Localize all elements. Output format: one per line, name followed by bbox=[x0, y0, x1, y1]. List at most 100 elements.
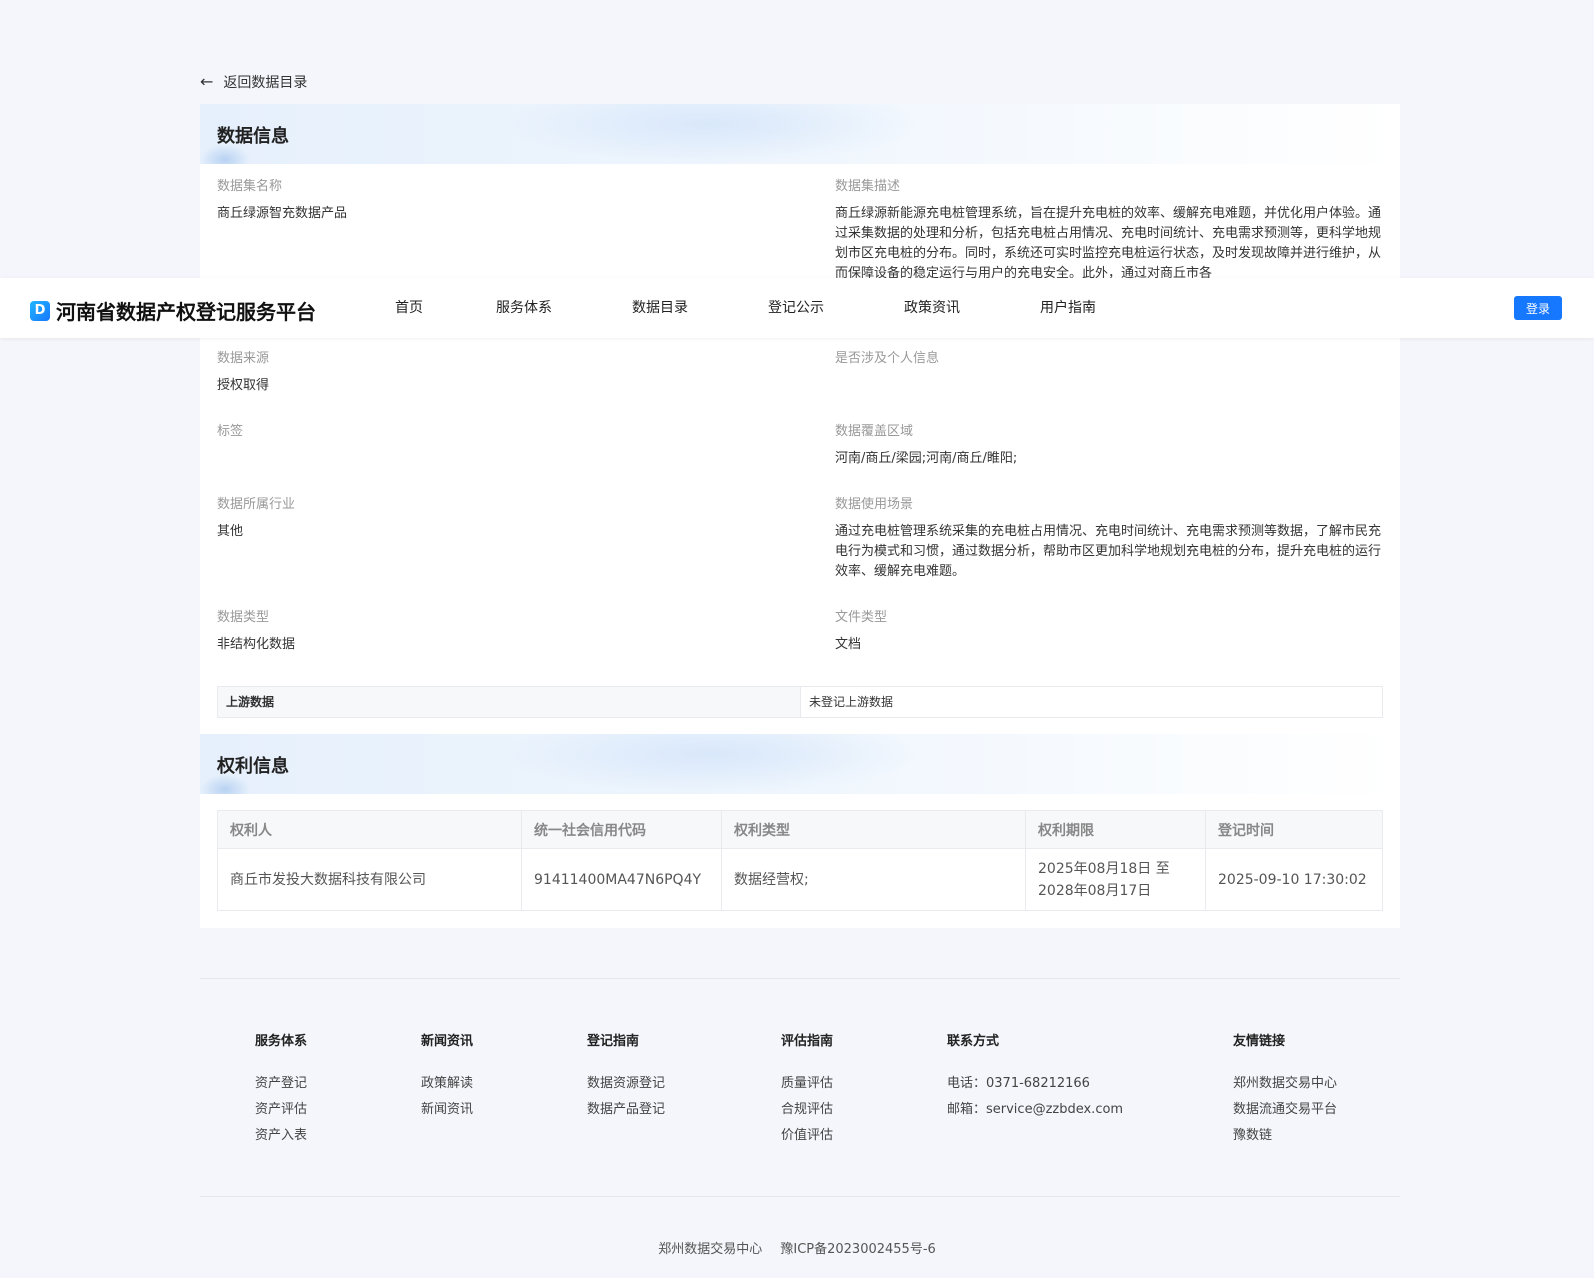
term-end: 2028年08月17日 bbox=[1038, 882, 1152, 899]
field-dataset-name: 数据集名称 商丘绿源智充数据产品 bbox=[217, 178, 777, 224]
footer-link[interactable]: 数据产品登记 bbox=[587, 1097, 665, 1123]
field-label: 数据覆盖区域 bbox=[835, 424, 914, 439]
footer-column-news: 新闻资讯 政策解读 新闻资讯 bbox=[421, 1030, 473, 1123]
column-header: 权利期限 bbox=[1025, 810, 1206, 849]
contact-phone: 电话：0371-68212166 bbox=[947, 1076, 1090, 1091]
rights-table: 权利人 统一社会信用代码 权利类型 权利期限 登记时间 商丘市发投大数据科技有限… bbox=[217, 810, 1383, 911]
nav-menu: 首页 服务体系 数据目录 登记公示 政策资讯 用户指南 bbox=[395, 278, 1140, 338]
field-label: 标签 bbox=[217, 424, 244, 439]
field-label: 数据集名称 bbox=[217, 179, 283, 194]
nav-item-services[interactable]: 服务体系 bbox=[496, 278, 632, 338]
nav-item-policy-news[interactable]: 政策资讯 bbox=[904, 278, 1040, 338]
arrow-left-icon: ← bbox=[200, 72, 214, 91]
nav-item-user-guide[interactable]: 用户指南 bbox=[1040, 278, 1140, 338]
footer-link[interactable]: 价值评估 bbox=[781, 1123, 833, 1149]
login-button[interactable]: 登录 bbox=[1514, 296, 1562, 320]
icp-number[interactable]: 豫ICP备2023002455号-6 bbox=[780, 1242, 935, 1257]
field-personal-info: 是否涉及个人信息 bbox=[835, 350, 1383, 376]
footer-column-title: 评估指南 bbox=[781, 1034, 834, 1049]
footer-link[interactable]: 质量评估 bbox=[781, 1071, 833, 1097]
back-to-catalog-link[interactable]: ← 返回数据目录 bbox=[200, 72, 307, 92]
field-industry: 数据所属行业 其他 bbox=[217, 496, 777, 542]
field-dataset-description: 数据集描述 商丘绿源新能源充电桩管理系统，旨在提升充电桩的效率、缓解充电难题，并… bbox=[835, 178, 1383, 278]
footer-link[interactable]: 郑州数据交易中心 bbox=[1233, 1071, 1337, 1097]
field-label: 数据所属行业 bbox=[217, 497, 296, 512]
field-value: 河南/商丘/梁园;河南/商丘/睢阳; bbox=[835, 451, 1018, 466]
field-value: 商丘绿源智充数据产品 bbox=[217, 206, 348, 221]
nav-item-registration-notice[interactable]: 登记公示 bbox=[768, 278, 904, 338]
rights-info-header: 权利信息 bbox=[200, 734, 1400, 794]
column-header: 权利类型 bbox=[721, 810, 1026, 849]
nav-item-home[interactable]: 首页 bbox=[395, 278, 496, 338]
table-header-row: 权利人 统一社会信用代码 权利类型 权利期限 登记时间 bbox=[217, 810, 1383, 849]
site-logo[interactable]: D 河南省数据产权登记服务平台 bbox=[30, 296, 316, 325]
field-file-type: 文件类型 文档 bbox=[835, 609, 1383, 655]
cell-right-term: 2025年08月18日 至 2028年08月17日 bbox=[1025, 848, 1206, 911]
column-header: 统一社会信用代码 bbox=[521, 810, 722, 849]
field-usage-scenario: 数据使用场景 通过充电桩管理系统采集的充电桩占用情况、充电时间统计、充电需求预测… bbox=[835, 496, 1383, 582]
cell-credit-code: 91411400MA47N6PQ4Y bbox=[521, 848, 722, 911]
section-title: 权利信息 bbox=[217, 756, 289, 777]
top-navbar: D 河南省数据产权登记服务平台 首页 服务体系 数据目录 登记公示 政策资讯 用… bbox=[0, 278, 1594, 338]
footer-link[interactable]: 数据资源登记 bbox=[587, 1071, 665, 1097]
column-header: 权利人 bbox=[217, 810, 522, 849]
field-value: 授权取得 bbox=[217, 378, 270, 393]
upstream-label: 上游数据 bbox=[218, 687, 801, 717]
footer-link[interactable]: 豫数链 bbox=[1233, 1123, 1337, 1149]
footer-column-title: 新闻资讯 bbox=[421, 1034, 474, 1049]
field-value: 商丘绿源新能源充电桩管理系统，旨在提升充电桩的效率、缓解充电难题，并优化用户体验… bbox=[835, 206, 1382, 278]
header-decoration bbox=[500, 734, 920, 794]
footer-column-contact: 联系方式 电话：0371-68212166 邮箱：service@zzbdex.… bbox=[947, 1030, 1123, 1123]
footer-column-title: 友情链接 bbox=[1233, 1034, 1286, 1049]
field-value: 通过充电桩管理系统采集的充电桩占用情况、充电时间统计、充电需求预测等数据，了解市… bbox=[835, 524, 1382, 579]
term-start: 2025年08月18日 至 bbox=[1038, 860, 1170, 877]
field-label: 数据来源 bbox=[217, 351, 270, 366]
contact-email: 邮箱：service@zzbdex.com bbox=[947, 1102, 1124, 1117]
footer-column-friend-links: 友情链接 郑州数据交易中心 数据流通交易平台 豫数链 bbox=[1233, 1030, 1337, 1149]
footer-divider-top bbox=[200, 978, 1400, 979]
rights-info-card: 权利信息 权利人 统一社会信用代码 权利类型 权利期限 登记时间 商丘市发投大数… bbox=[200, 734, 1400, 928]
footer-column-evaluation-guide: 评估指南 质量评估 合规评估 价值评估 bbox=[781, 1030, 833, 1149]
footer-link[interactable]: 资产评估 bbox=[255, 1097, 307, 1123]
column-header: 登记时间 bbox=[1205, 810, 1383, 849]
field-label: 是否涉及个人信息 bbox=[835, 351, 940, 366]
footer-link[interactable]: 合规评估 bbox=[781, 1097, 833, 1123]
field-label: 文件类型 bbox=[835, 610, 888, 625]
field-tags: 标签 bbox=[217, 423, 777, 449]
header-decoration bbox=[500, 104, 920, 164]
logo-text: 河南省数据产权登记服务平台 bbox=[56, 300, 316, 324]
table-row: 商丘市发投大数据科技有限公司 91411400MA47N6PQ4Y 数据经营权;… bbox=[217, 848, 1383, 911]
field-value: 其他 bbox=[217, 524, 244, 539]
footer-column-title: 服务体系 bbox=[255, 1034, 308, 1049]
field-data-source: 数据来源 授权取得 bbox=[217, 350, 777, 396]
cell-registration-time: 2025-09-10 17:30:02 bbox=[1205, 848, 1383, 911]
footer-divider-bottom bbox=[200, 1196, 1400, 1197]
field-label: 数据类型 bbox=[217, 610, 270, 625]
data-info-card: 数据信息 数据集名称 商丘绿源智充数据产品 数据集描述 商丘绿源新能源充电桩管理… bbox=[200, 104, 1400, 734]
copyright-bar: 郑州数据交易中心 豫ICP备2023002455号-6 bbox=[0, 1238, 1594, 1257]
data-info-header: 数据信息 bbox=[200, 104, 1400, 164]
nav-item-data-catalog[interactable]: 数据目录 bbox=[632, 278, 768, 338]
logo-icon: D bbox=[30, 300, 50, 321]
field-label: 数据使用场景 bbox=[835, 497, 914, 512]
footer-link[interactable]: 新闻资讯 bbox=[421, 1097, 473, 1123]
field-coverage-area: 数据覆盖区域 河南/商丘/梁园;河南/商丘/睢阳; bbox=[835, 423, 1383, 469]
copyright-org: 郑州数据交易中心 bbox=[658, 1242, 763, 1257]
cell-right-type: 数据经营权; bbox=[721, 848, 1026, 911]
field-value: 文档 bbox=[835, 637, 862, 652]
footer-link[interactable]: 资产入表 bbox=[255, 1123, 307, 1149]
footer-column-services: 服务体系 资产登记 资产评估 资产入表 bbox=[255, 1030, 307, 1149]
cell-rights-holder: 商丘市发投大数据科技有限公司 bbox=[217, 848, 522, 911]
field-value: 非结构化数据 bbox=[217, 637, 296, 652]
footer-column-registration-guide: 登记指南 数据资源登记 数据产品登记 bbox=[587, 1030, 665, 1123]
footer-link[interactable]: 政策解读 bbox=[421, 1071, 473, 1097]
field-label: 数据集描述 bbox=[835, 179, 901, 194]
back-link-label: 返回数据目录 bbox=[223, 75, 308, 91]
upstream-data-row: 上游数据 未登记上游数据 bbox=[217, 686, 1383, 718]
footer-column-title: 登记指南 bbox=[587, 1034, 640, 1049]
field-data-type: 数据类型 非结构化数据 bbox=[217, 609, 777, 655]
section-title: 数据信息 bbox=[217, 126, 289, 147]
footer-link[interactable]: 数据流通交易平台 bbox=[1233, 1097, 1337, 1123]
footer-link[interactable]: 资产登记 bbox=[255, 1071, 307, 1097]
upstream-value: 未登记上游数据 bbox=[809, 695, 894, 709]
